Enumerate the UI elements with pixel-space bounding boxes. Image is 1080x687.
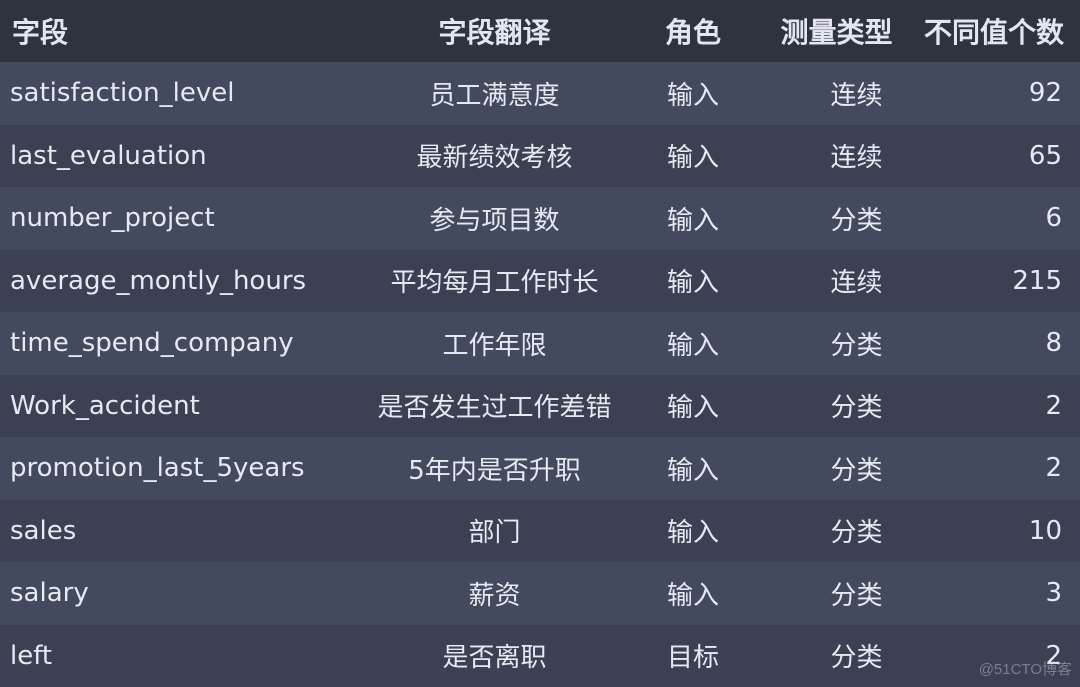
table-header-row: 字段 字段翻译 角色 测量类型 不同值个数 <box>0 0 1080 62</box>
cell-distinct-count: 10 <box>1028 515 1062 546</box>
cell-role: 输入 <box>666 580 719 611</box>
table-row: satisfaction_level 员工满意度 输入 连续 92 <box>0 62 1080 125</box>
cell-distinct-count: 65 <box>1028 140 1062 171</box>
cell-role: 输入 <box>666 455 719 486</box>
table-row: time_spend_company 工作年限 输入 分类 8 <box>0 312 1080 375</box>
cell-field: satisfaction_level <box>10 78 235 109</box>
cell-measure-type: 分类 <box>830 330 883 361</box>
cell-distinct-count: 6 <box>1045 203 1062 234</box>
cell-translation: 是否离职 <box>442 643 547 674</box>
cell-distinct-count: 2 <box>1045 390 1062 421</box>
cell-translation: 工作年限 <box>442 330 547 361</box>
cell-role: 输入 <box>666 143 719 174</box>
table-row: average_montly_hours 平均每月工作时长 输入 连续 215 <box>0 249 1080 312</box>
cell-measure-type: 连续 <box>830 268 883 299</box>
cell-role: 输入 <box>666 518 719 549</box>
cell-measure-type: 分类 <box>830 455 883 486</box>
field-table: 字段 字段翻译 角色 测量类型 不同值个数 satisfaction_level… <box>0 0 1080 687</box>
cell-distinct-count: 3 <box>1045 578 1062 609</box>
cell-role: 输入 <box>666 393 719 424</box>
cell-measure-type: 分类 <box>830 205 883 236</box>
cell-field: average_montly_hours <box>10 265 307 296</box>
cell-field: last_evaluation <box>10 140 207 171</box>
table-row: last_evaluation 最新绩效考核 输入 连续 65 <box>0 124 1080 187</box>
watermark: @51CTO博客 <box>978 661 1072 678</box>
header-translation: 字段翻译 <box>438 16 551 49</box>
cell-measure-type: 分类 <box>830 580 883 611</box>
cell-measure-type: 连续 <box>830 80 883 111</box>
table-row: left 是否离职 目标 分类 2 <box>0 624 1080 687</box>
cell-field: left <box>10 640 53 671</box>
header-field: 字段 <box>12 16 69 49</box>
cell-field: Work_accident <box>10 390 200 421</box>
table-row: promotion_last_5years 5年内是否升职 输入 分类 2 <box>0 437 1080 500</box>
cell-role: 输入 <box>666 205 719 236</box>
table-row: salary 薪资 输入 分类 3 <box>0 562 1080 625</box>
cell-translation: 员工满意度 <box>429 80 560 111</box>
cell-role: 目标 <box>666 643 719 674</box>
cell-distinct-count: 2 <box>1045 453 1062 484</box>
cell-field: time_spend_company <box>10 328 294 359</box>
cell-distinct-count: 8 <box>1045 328 1062 359</box>
cell-role: 输入 <box>666 330 719 361</box>
cell-translation: 最新绩效考核 <box>416 143 573 174</box>
cell-field: salary <box>10 578 89 609</box>
cell-measure-type: 分类 <box>830 643 883 674</box>
cell-field: sales <box>10 515 77 546</box>
cell-translation: 5年内是否升职 <box>408 455 581 486</box>
cell-measure-type: 连续 <box>830 143 883 174</box>
cell-distinct-count: 215 <box>1012 265 1062 296</box>
cell-measure-type: 分类 <box>830 518 883 549</box>
cell-translation: 薪资 <box>468 580 521 611</box>
cell-role: 输入 <box>666 80 719 111</box>
table-row: number_project 参与项目数 输入 分类 6 <box>0 187 1080 250</box>
header-measure-type: 测量类型 <box>780 16 893 49</box>
cell-translation: 参与项目数 <box>429 205 560 236</box>
header-distinct-count: 不同值个数 <box>924 16 1065 49</box>
cell-role: 输入 <box>666 268 719 299</box>
cell-measure-type: 分类 <box>830 393 883 424</box>
cell-field: number_project <box>10 203 215 234</box>
cell-field: promotion_last_5years <box>10 453 305 484</box>
cell-distinct-count: 92 <box>1028 78 1062 109</box>
header-role: 角色 <box>664 16 721 49</box>
table-row: sales 部门 输入 分类 10 <box>0 499 1080 562</box>
cell-translation: 平均每月工作时长 <box>390 268 599 299</box>
table-body: satisfaction_level 员工满意度 输入 连续 92 last_evalua… <box>0 62 1080 687</box>
cell-translation: 部门 <box>468 518 521 549</box>
cell-translation: 是否发生过工作差错 <box>377 393 612 424</box>
table-row: Work_accident 是否发生过工作差错 输入 分类 2 <box>0 374 1080 437</box>
